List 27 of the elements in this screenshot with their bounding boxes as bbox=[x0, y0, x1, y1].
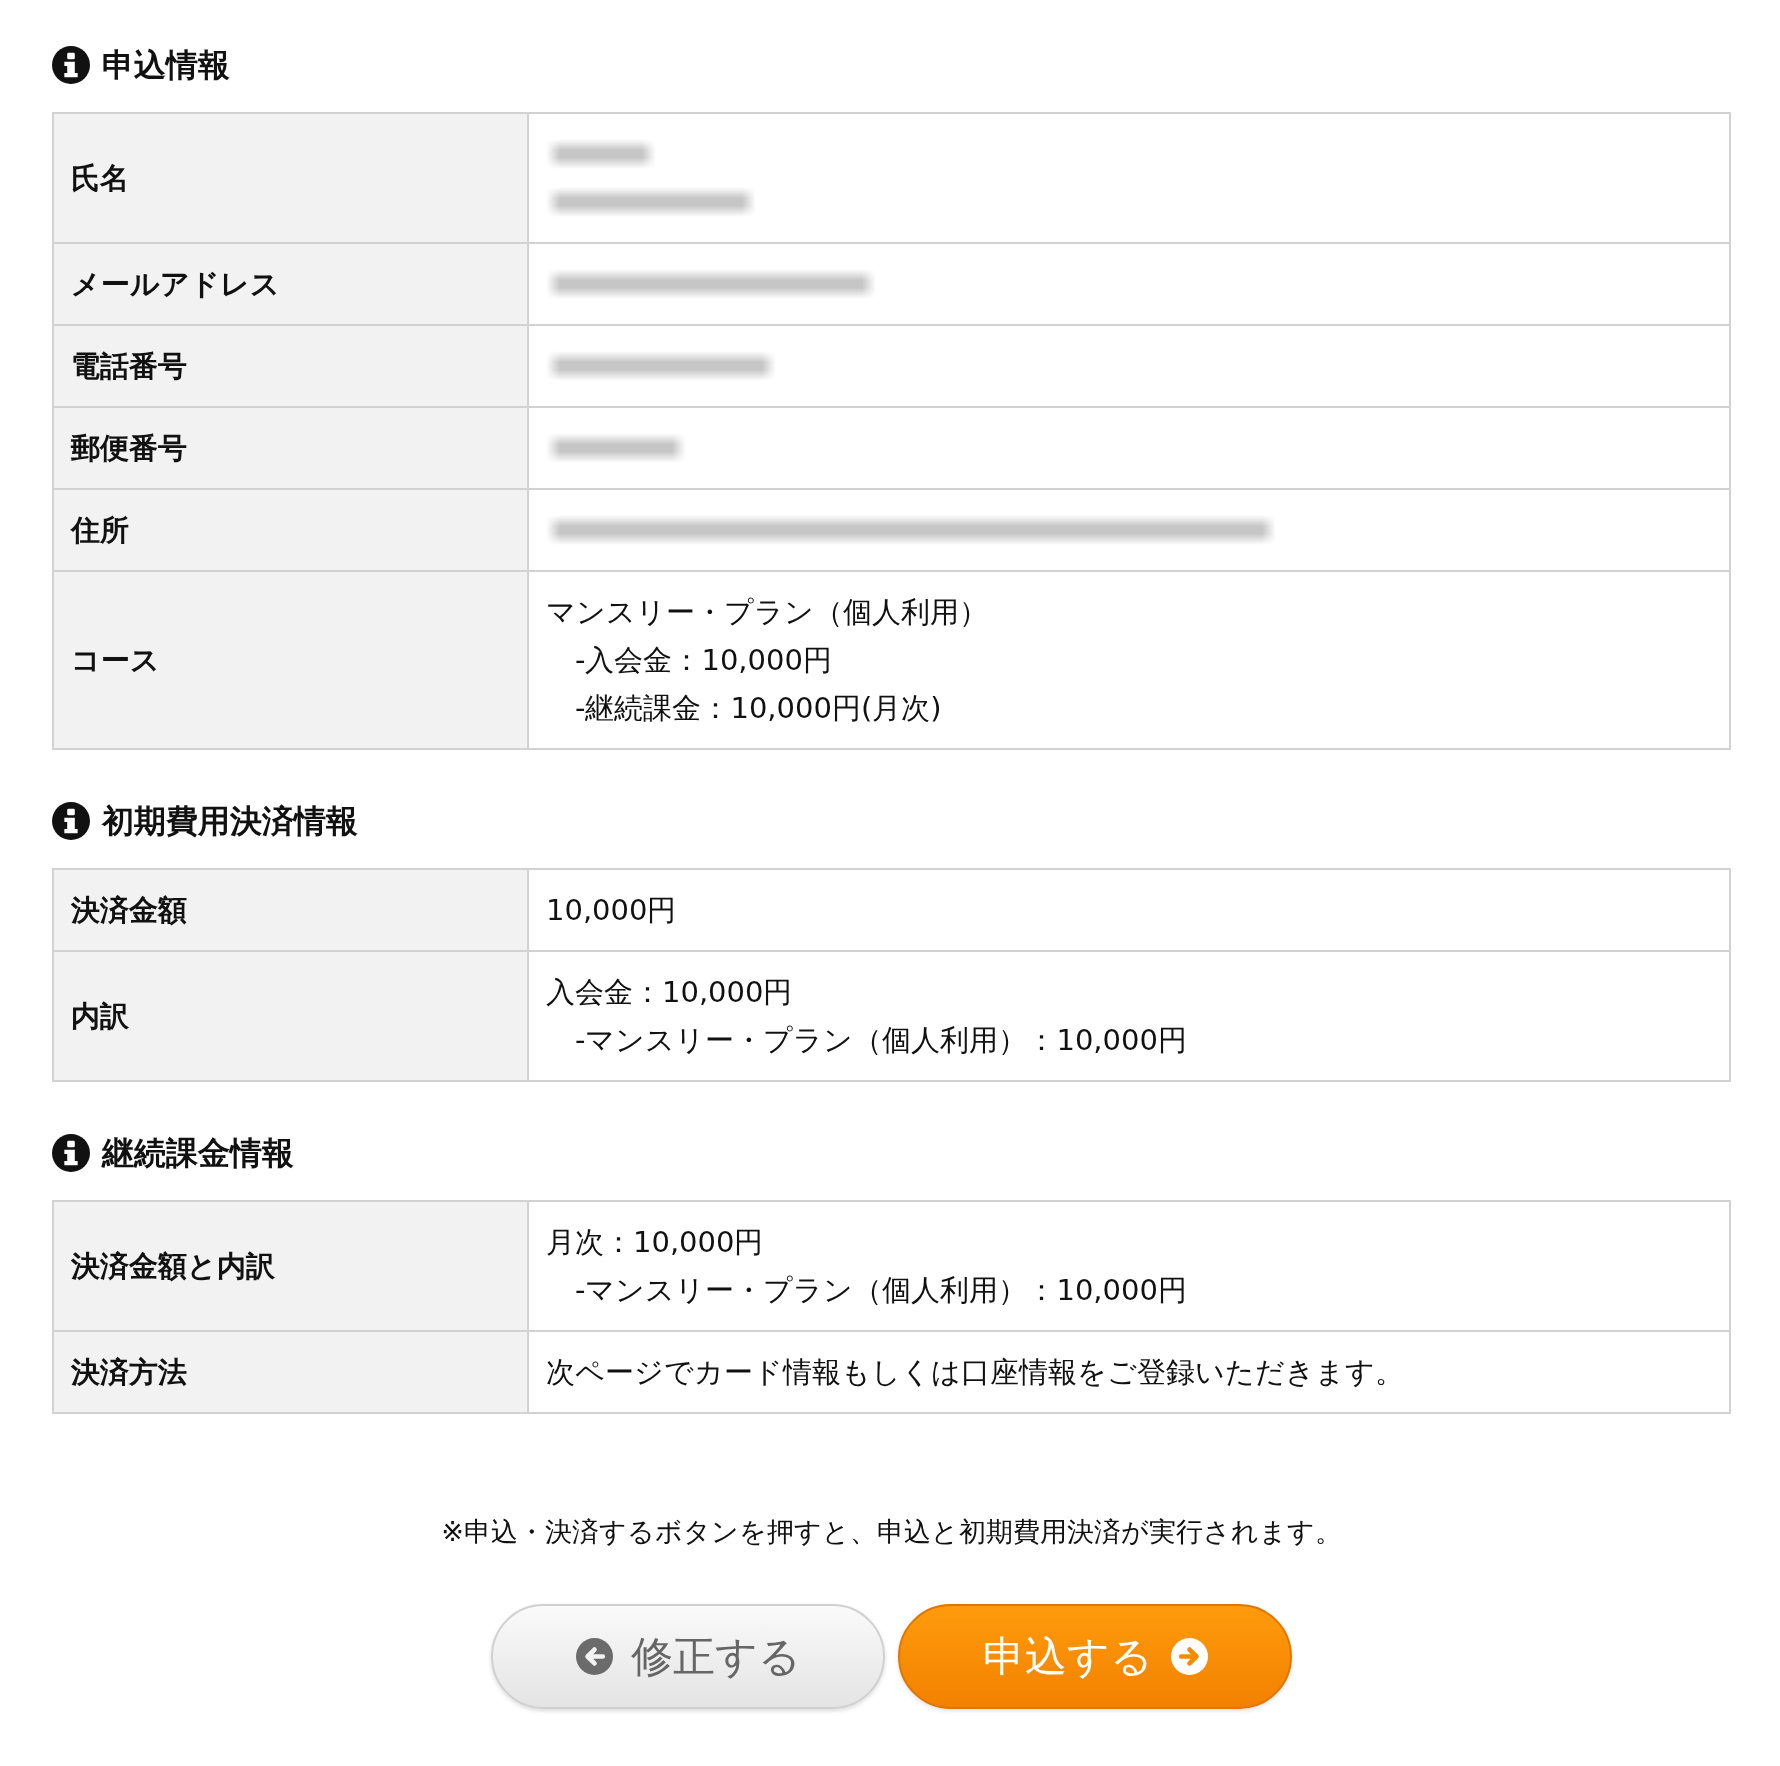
row-label: 決済金額 bbox=[71, 893, 187, 927]
info-icon bbox=[52, 1134, 90, 1172]
value-text: マンスリー・プラン（個人利用） bbox=[546, 594, 988, 631]
value-text: -継続課金：10,000円(月次) bbox=[575, 690, 942, 727]
section-title: 申込情報 bbox=[102, 45, 230, 85]
value-text: 月次：10,000円 bbox=[546, 1224, 764, 1261]
value-text: 10,000円 bbox=[546, 892, 677, 929]
row-label: コース bbox=[71, 643, 160, 677]
section-title: 継続課金情報 bbox=[102, 1133, 294, 1173]
back-button[interactable]: 修正する bbox=[491, 1604, 885, 1709]
row-label: 電話番号 bbox=[71, 349, 187, 383]
value-text: -マンスリー・プラン（個人利用）：10,000円 bbox=[575, 1022, 1187, 1059]
note-text: ※申込・決済するボタンを押すと、申込と初期費用決済が実行されます。 bbox=[441, 1515, 1342, 1549]
value-text: -入会金：10,000円 bbox=[575, 642, 832, 679]
row-label: 住所 bbox=[71, 513, 129, 547]
info-icon bbox=[52, 46, 90, 84]
row-label: 決済方法 bbox=[71, 1355, 187, 1389]
row-label: 内訳 bbox=[71, 999, 129, 1033]
row-label: 氏名 bbox=[71, 161, 129, 195]
section-title: 初期費用決済情報 bbox=[102, 801, 358, 841]
value-text: -マンスリー・プラン（個人利用）：10,000円 bbox=[575, 1272, 1187, 1309]
row-label: メールアドレス bbox=[71, 267, 280, 301]
row-label: 郵便番号 bbox=[71, 431, 187, 465]
value-text: 入会金：10,000円 bbox=[546, 974, 793, 1011]
info-icon bbox=[52, 802, 90, 840]
row-label: 決済金額と内訳 bbox=[71, 1249, 275, 1283]
value-text: 次ページでカード情報もしくは口座情報をご登録いただきます。 bbox=[546, 1354, 1404, 1391]
